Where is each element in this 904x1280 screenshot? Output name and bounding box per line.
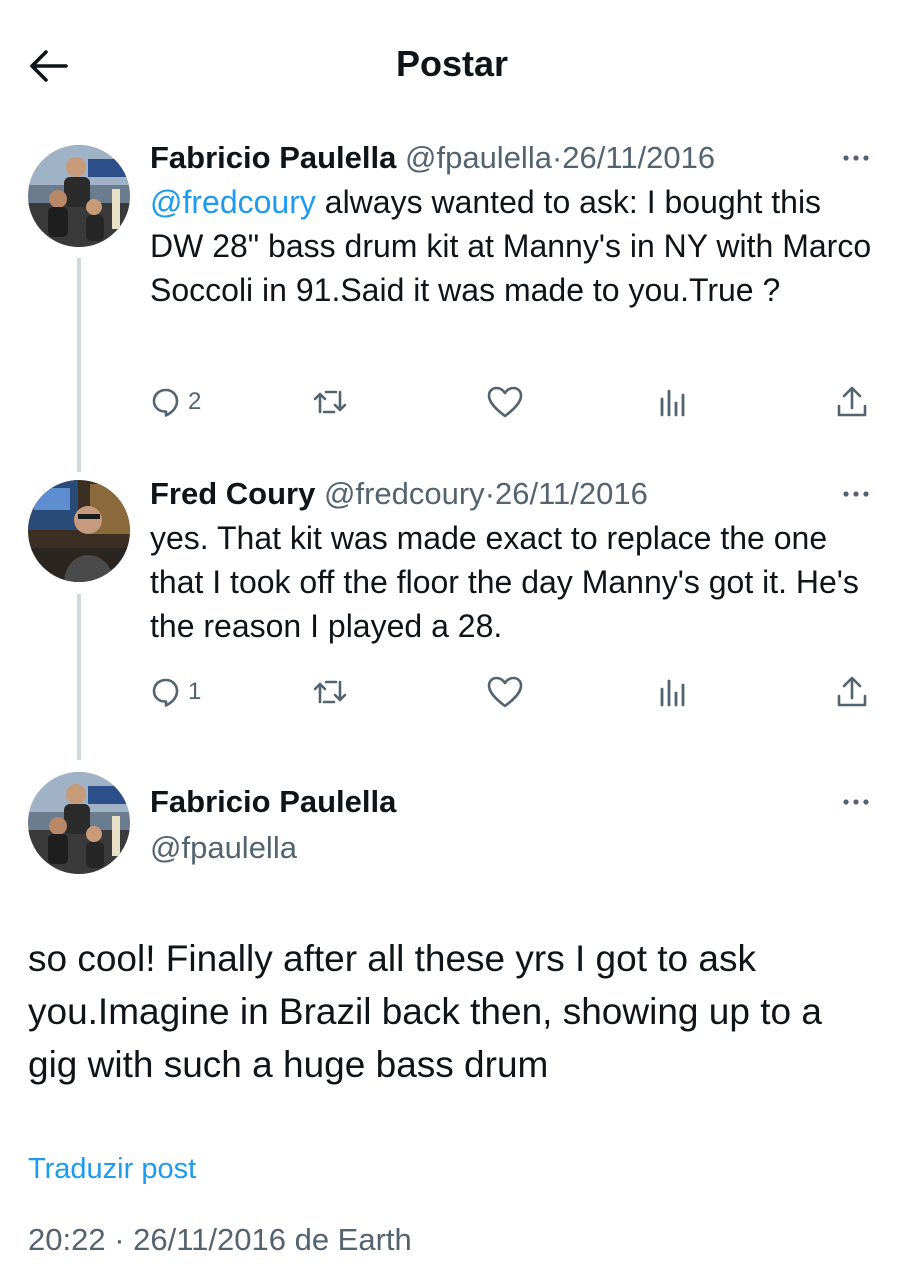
- share-icon: [837, 676, 867, 707]
- share-button[interactable]: [834, 672, 870, 712]
- reply-button[interactable]: 1: [150, 672, 201, 712]
- thread-line: [77, 258, 81, 472]
- author-handle[interactable]: @fpaulella: [150, 828, 876, 868]
- thread-tweet[interactable]: Fred Coury @fredcoury·26/11/2016 yes. Th…: [150, 474, 876, 648]
- avatar[interactable]: [28, 145, 130, 247]
- like-button[interactable]: [486, 382, 524, 422]
- tweet-meta: Fabricio Paulella @fpaulella·26/11/2016: [150, 138, 876, 178]
- repost-icon: [313, 390, 347, 414]
- reply-count: 2: [188, 388, 202, 415]
- separator-dot: ·: [484, 476, 496, 511]
- views-button[interactable]: [656, 672, 690, 712]
- tweet-date[interactable]: 26/11/2016: [562, 140, 715, 175]
- thread-tweet[interactable]: Fabricio Paulella @fpaulella·26/11/2016 …: [150, 138, 876, 312]
- reply-count: 1: [188, 678, 202, 705]
- views-button[interactable]: [656, 382, 690, 422]
- tweet-timestamp: 20:22 · 26/11/2016 de Earth: [28, 1222, 412, 1257]
- reply-button[interactable]: 2: [150, 382, 201, 422]
- tweet-text: @fredcoury always wanted to ask: I bough…: [150, 180, 876, 312]
- main-tweet-author: Fabricio Paulella @fpaulella: [150, 782, 876, 868]
- tweet-text: yes. That kit was made exact to replace …: [150, 520, 859, 644]
- repost-icon: [313, 680, 347, 704]
- author-handle[interactable]: @fredcoury: [324, 476, 485, 511]
- avatar[interactable]: [28, 480, 130, 582]
- more-options-icon[interactable]: [836, 138, 876, 178]
- author-name[interactable]: Fred Coury: [150, 476, 315, 511]
- more-options-icon[interactable]: [836, 474, 876, 514]
- author-handle[interactable]: @fpaulella: [405, 140, 552, 175]
- heart-icon: [487, 676, 523, 708]
- tweet-actions: 1: [150, 672, 876, 712]
- share-icon: [837, 386, 867, 417]
- top-bar: Postar: [0, 0, 904, 130]
- tweet-date[interactable]: 26/11/2016: [495, 476, 648, 511]
- translate-link[interactable]: Traduzir post: [28, 1150, 196, 1188]
- heart-icon: [487, 386, 523, 418]
- author-name[interactable]: Fabricio Paulella: [150, 782, 876, 822]
- tweet-actions: 2: [150, 382, 876, 422]
- separator-dot: ·: [551, 140, 563, 175]
- more-options-icon[interactable]: [836, 782, 876, 822]
- thread-line: [77, 594, 81, 760]
- repost-button[interactable]: [312, 382, 348, 422]
- author-name[interactable]: Fabricio Paulella: [150, 140, 396, 175]
- tweet-meta: Fred Coury @fredcoury·26/11/2016: [150, 474, 876, 514]
- like-button[interactable]: [486, 672, 524, 712]
- repost-button[interactable]: [312, 672, 348, 712]
- views-icon: [660, 389, 685, 417]
- page-title: Postar: [395, 43, 509, 84]
- reply-icon: [152, 388, 179, 417]
- share-button[interactable]: [834, 382, 870, 422]
- views-icon: [660, 679, 685, 707]
- mention-link[interactable]: @fredcoury: [150, 184, 316, 220]
- reply-icon: [152, 678, 179, 707]
- main-tweet-text: so cool! Finally after all these yrs I g…: [28, 938, 822, 1085]
- avatar[interactable]: [28, 772, 130, 874]
